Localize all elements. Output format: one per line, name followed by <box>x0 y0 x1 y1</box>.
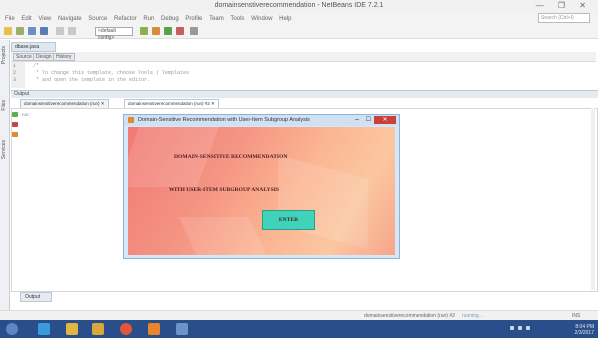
menu-edit[interactable]: Edit <box>21 14 31 24</box>
close-button[interactable]: ✕ <box>374 116 396 124</box>
design-subtab[interactable]: Design <box>33 53 55 61</box>
battery-icon[interactable] <box>526 326 530 330</box>
rerun-debug-icon[interactable] <box>12 132 18 137</box>
menu-refactor[interactable]: Refactor <box>114 14 137 24</box>
menu-help[interactable]: Help <box>279 14 291 24</box>
java-app-icon <box>128 117 134 123</box>
heading-line-2: WITH USER-ITEM SUBGROUP ANALYSIS <box>169 187 279 193</box>
undo-icon[interactable] <box>56 27 64 35</box>
projects-tab[interactable]: Projects <box>1 46 7 64</box>
new-project-icon[interactable] <box>16 27 24 35</box>
code-line: /* <box>33 63 40 69</box>
heading-line-1: DOMAIN-SENSITIVE RECOMMENDATION <box>174 154 288 160</box>
enter-button[interactable]: ENTER <box>262 210 315 230</box>
history-subtab[interactable]: History <box>53 53 75 61</box>
menu-source[interactable]: Source <box>88 14 107 24</box>
network-icon[interactable] <box>510 326 514 330</box>
netbeans-icon[interactable] <box>148 323 160 335</box>
run-icon[interactable] <box>164 27 172 35</box>
new-file-icon[interactable] <box>4 27 12 35</box>
editor-tab-dbase[interactable]: dbase.java <box>11 42 56 52</box>
insert-mode: INS <box>572 313 581 319</box>
menu-bar: File Edit View Navigate Source Refactor … <box>0 14 598 24</box>
bottom-output-tab[interactable]: Output <box>20 292 52 302</box>
dialog-title: Domain-Sensitive Recommendation with Use… <box>138 117 310 123</box>
menu-navigate[interactable]: Navigate <box>58 14 82 24</box>
source-subtab[interactable]: Source <box>13 53 35 61</box>
window-controls[interactable]: — ❐ ✕ <box>536 1 592 10</box>
file-explorer-icon[interactable] <box>66 323 78 335</box>
progress-label: running... <box>462 313 483 319</box>
code-line: * and open the template in the editor. <box>33 77 151 83</box>
background-facet <box>278 154 368 250</box>
menu-tools[interactable]: Tools <box>230 14 244 24</box>
open-project-icon[interactable] <box>28 27 36 35</box>
line-number: 2 <box>13 70 17 76</box>
editor-toolbar: Source Design History <box>11 52 596 62</box>
dialog-body: DOMAIN-SENSITIVE RECOMMENDATION WITH USE… <box>128 127 395 255</box>
profile-icon[interactable] <box>190 27 198 35</box>
window-titlebar: domainsenstiverecommendation - NetBeans … <box>0 0 598 14</box>
code-line: * To change this template, choose Tools … <box>33 70 190 76</box>
line-number: 3 <box>13 77 17 83</box>
output-header: Output <box>11 90 598 98</box>
start-icon[interactable] <box>6 323 18 335</box>
line-number: 1 <box>13 63 17 69</box>
menu-profile[interactable]: Profile <box>185 14 202 24</box>
menu-run[interactable]: Run <box>143 14 154 24</box>
menu-window[interactable]: Window <box>251 14 272 24</box>
running-task-label[interactable]: domainsenstiverecommendation (run) #2 <box>364 313 455 319</box>
clean-build-icon[interactable] <box>152 27 160 35</box>
services-tab[interactable]: Services <box>1 140 7 159</box>
media-player-icon[interactable] <box>92 323 104 335</box>
build-icon[interactable] <box>140 27 148 35</box>
debug-icon[interactable] <box>176 27 184 35</box>
menu-view[interactable]: View <box>38 14 51 24</box>
ide-search-input[interactable]: Search (Ctrl+I) <box>538 13 590 23</box>
rerun-icon[interactable] <box>12 112 18 117</box>
background-facet <box>178 217 268 255</box>
maximize-button[interactable]: ☐ <box>366 116 371 123</box>
menu-file[interactable]: File <box>5 14 15 24</box>
save-all-icon[interactable] <box>40 27 48 35</box>
stop-icon[interactable] <box>12 122 18 127</box>
menu-debug[interactable]: Debug <box>161 14 179 24</box>
files-tab[interactable]: Files <box>1 100 7 111</box>
output-scrollbar[interactable] <box>591 108 595 290</box>
windows-taskbar: 8:04 PM 2/3/2017 <box>0 320 598 338</box>
ie-browser-icon[interactable] <box>38 323 50 335</box>
left-side-panel: Projects Files Services <box>0 40 10 310</box>
java-app-taskbar-icon[interactable] <box>176 323 188 335</box>
recommendation-dialog: Domain-Sensitive Recommendation with Use… <box>123 114 400 259</box>
clock-date: 2/3/2017 <box>574 330 594 336</box>
dialog-titlebar: Domain-Sensitive Recommendation with Use… <box>124 115 399 126</box>
main-toolbar: <default config> <box>0 24 598 41</box>
clock[interactable]: 8:04 PM 2/3/2017 <box>575 324 594 336</box>
redo-icon[interactable] <box>68 27 76 35</box>
window-title: domainsenstiverecommendation - NetBeans … <box>214 2 384 9</box>
minimize-button[interactable]: – <box>355 116 359 123</box>
volume-icon[interactable] <box>518 326 522 330</box>
code-editor[interactable]: 1 /* 2 * To change this template, choose… <box>11 62 596 88</box>
chrome-icon[interactable] <box>120 323 132 335</box>
menu-team[interactable]: Team <box>209 14 224 24</box>
run-text: run: <box>22 112 30 117</box>
config-select[interactable]: <default config> <box>95 27 133 41</box>
